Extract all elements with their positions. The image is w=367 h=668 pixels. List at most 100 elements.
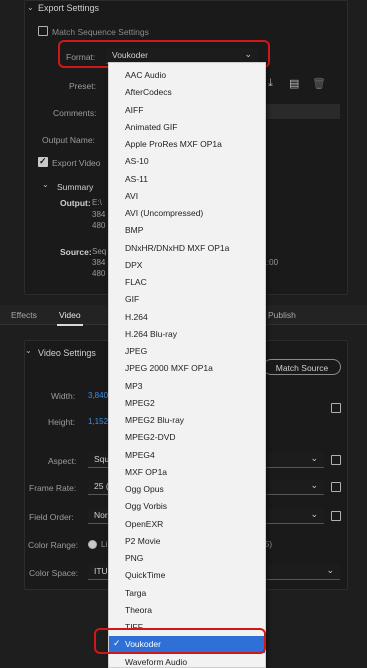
format-option[interactable]: GIF <box>109 291 265 308</box>
format-option[interactable]: AfterCodecs <box>109 84 265 101</box>
format-option[interactable]: Ogg Vorbis <box>109 498 265 515</box>
color-range-radio[interactable] <box>88 540 97 549</box>
format-option-label: DNxHR/DNxHD MXF OP1a <box>125 242 230 253</box>
format-option-label: PNG <box>125 553 144 563</box>
format-option[interactable]: MXF OP1a <box>109 464 265 481</box>
output-summary-line2: 384 <box>92 210 106 219</box>
size-override-checkbox[interactable] <box>331 403 341 413</box>
field-order-override-checkbox[interactable] <box>331 511 341 521</box>
format-option-label: AVI <box>125 190 139 201</box>
format-option[interactable]: MPEG2-DVD <box>109 429 265 446</box>
format-option[interactable]: H.264 Blu-ray <box>109 326 265 343</box>
format-option-label: MXF OP1a <box>125 466 168 477</box>
height-value[interactable]: 1,152 <box>88 417 108 426</box>
format-option-label: AIFF <box>125 104 144 115</box>
format-option[interactable]: FLAC <box>109 274 265 291</box>
format-option[interactable]: Waveform Audio <box>109 654 265 668</box>
format-option[interactable]: DPX <box>109 257 265 274</box>
frame-rate-label: Frame Rate: <box>29 483 77 493</box>
delete-preset-icon[interactable]: 🗑 <box>312 77 326 90</box>
frame-rate-select-value: 25 ( <box>94 481 109 491</box>
format-option-label: AS-11 <box>125 173 148 184</box>
format-option[interactable]: AVI (Uncompressed) <box>109 205 265 222</box>
format-option-label: Theora <box>125 604 152 615</box>
format-option[interactable]: JPEG <box>109 343 265 360</box>
format-option[interactable]: MPEG2 Blu-ray <box>109 412 265 429</box>
match-sequence-label: Match Sequence Settings <box>52 27 149 37</box>
format-option[interactable]: MPEG4 <box>109 447 265 464</box>
tab-video[interactable]: Video <box>57 310 83 326</box>
frame-rate-override-checkbox[interactable] <box>331 482 341 492</box>
format-option[interactable]: DNxHR/DNxHD MXF OP1a <box>109 240 265 257</box>
source-summary-label: Source: <box>60 247 92 257</box>
format-option[interactable]: AVI <box>109 188 265 205</box>
preset-label: Preset: <box>69 81 96 91</box>
format-option-label: Ogg Vorbis <box>125 501 168 512</box>
format-option[interactable]: BMP <box>109 222 265 239</box>
format-dropdown-list: AAC Audio AfterCodecs AIFF Animated GIF Appl… <box>108 62 266 668</box>
format-option[interactable]: PNG <box>109 550 265 567</box>
comments-field[interactable] <box>266 104 340 119</box>
color-range-label: Color Range: <box>28 540 79 550</box>
width-value[interactable]: 3,840 <box>88 391 108 400</box>
format-option-label: Animated GIF <box>125 121 178 132</box>
format-option[interactable]: Apple ProRes MXF OP1a <box>109 136 265 153</box>
format-option-label: Waveform Audio <box>125 656 188 667</box>
output-summary-line3: 480 <box>92 221 106 230</box>
format-option[interactable]: Targa <box>109 585 265 602</box>
format-option[interactable]: QuickTime <box>109 567 265 584</box>
format-option-label: H.264 <box>125 311 148 322</box>
format-option[interactable]: Ogg Opus <box>109 481 265 498</box>
format-option-label: FLAC <box>125 277 147 287</box>
import-preset-icon[interactable]: ⤓ <box>268 77 273 90</box>
format-option-label: MPEG2 <box>125 397 155 408</box>
tab-publish[interactable]: Publish <box>268 310 296 320</box>
color-range-value: Li <box>101 540 108 549</box>
match-source-button[interactable]: Match Source <box>263 359 341 375</box>
voukoder-highlight-annotation <box>94 628 266 654</box>
format-option-label: AS-10 <box>125 156 149 167</box>
format-option[interactable]: H.264 <box>109 309 265 326</box>
video-settings-chevron-icon[interactable]: ⌄ <box>25 346 32 355</box>
format-option-label: BMP <box>125 225 144 236</box>
format-option-label: JPEG 2000 MXF OP1a <box>125 363 213 374</box>
height-label: Height: <box>48 417 75 427</box>
aspect-override-checkbox[interactable] <box>331 455 341 465</box>
match-sequence-checkbox[interactable] <box>38 26 48 36</box>
format-option-label: AVI (Uncompressed) <box>125 208 204 218</box>
manage-presets-icon[interactable]: ▤ <box>289 77 299 90</box>
format-option[interactable]: AS-11 <box>109 171 265 188</box>
tab-effects[interactable]: Effects <box>11 310 37 320</box>
chevron-down-icon: ⌄ <box>310 509 318 519</box>
format-option[interactable]: P2 Movie <box>109 533 265 550</box>
video-settings-title: Video Settings <box>38 348 96 358</box>
format-option[interactable]: AAC Audio <box>109 67 265 84</box>
format-option-label: OpenEXR <box>125 518 164 529</box>
comments-label: Comments: <box>53 108 97 118</box>
format-option[interactable]: AIFF <box>109 102 265 119</box>
aspect-select-value: Squ <box>94 454 110 464</box>
format-option[interactable]: Theora <box>109 602 265 619</box>
chevron-down-icon: ⌄ <box>326 565 334 575</box>
format-option-label: MPEG2 Blu-ray <box>125 415 185 425</box>
output-summary-line1: E:\ <box>92 198 102 207</box>
format-option-label: P2 Movie <box>125 535 161 546</box>
summary-chevron-icon[interactable]: ⌄ <box>42 180 49 189</box>
format-option-label: MPEG4 <box>125 449 155 460</box>
format-option[interactable]: JPEG 2000 MXF OP1a <box>109 360 265 377</box>
format-option-label: Targa <box>125 587 147 598</box>
format-option[interactable]: AS-10 <box>109 153 265 170</box>
format-option[interactable]: MPEG2 <box>109 395 265 412</box>
format-option-label: QuickTime <box>125 570 166 581</box>
width-label: Width: <box>51 391 76 401</box>
format-option-label: AAC Audio <box>125 70 167 80</box>
format-option-label: Ogg Opus <box>125 484 164 494</box>
summary-label: Summary <box>57 182 94 192</box>
format-option[interactable]: Animated GIF <box>109 119 265 136</box>
format-option[interactable]: OpenEXR <box>109 516 265 533</box>
field-order-label: Field Order: <box>29 512 74 522</box>
format-option[interactable]: MP3 <box>109 378 265 395</box>
format-option-label: H.264 Blu-ray <box>125 328 177 339</box>
export-video-checkbox[interactable] <box>38 156 48 167</box>
collapse-chevron-icon[interactable]: ⌄ <box>27 3 34 12</box>
